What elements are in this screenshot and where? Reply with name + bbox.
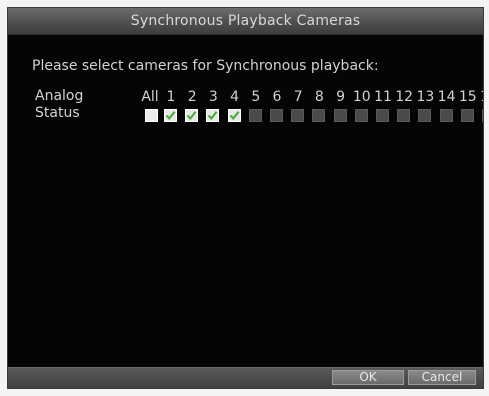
- channel-label-5: 5: [251, 89, 261, 105]
- checkbox-channel-11[interactable]: [376, 109, 389, 122]
- checkbox-channel-14[interactable]: [439, 109, 453, 122]
- checkbox-channel-4[interactable]: [227, 109, 241, 122]
- channel-label-all: All: [141, 89, 159, 105]
- dialog-prompt: Please select cameras for Synchronous pl…: [32, 58, 379, 74]
- channel-label-14: 14: [437, 89, 456, 105]
- ok-button[interactable]: OK: [332, 370, 404, 385]
- checkbox-channel-10[interactable]: [354, 109, 368, 122]
- checkmark-icon: [186, 111, 197, 121]
- channel-label-3: 3: [208, 89, 218, 105]
- checkbox-channel-3[interactable]: [206, 109, 220, 122]
- channel-label-10: 10: [352, 89, 371, 105]
- checkbox-channel-13[interactable]: [418, 109, 432, 122]
- channel-label-9: 9: [336, 89, 346, 105]
- checkbox-channel-8[interactable]: [312, 109, 326, 122]
- dialog-title: Synchronous Playback Cameras: [8, 8, 483, 35]
- checkmark-icon: [208, 111, 218, 121]
- checkmark-icon: [229, 111, 239, 121]
- channel-label-11: 11: [374, 89, 392, 105]
- checkbox-channel-7[interactable]: [291, 109, 305, 122]
- checkbox-channel-12[interactable]: [397, 109, 411, 122]
- status-row-label: Status: [35, 105, 80, 121]
- channel-label-7: 7: [293, 89, 303, 105]
- channel-label-1: 1: [166, 89, 176, 105]
- channel-label-15: 15: [458, 89, 477, 105]
- checkbox-channel-6[interactable]: [270, 109, 283, 122]
- channel-label-2: 2: [187, 89, 197, 105]
- channel-label-16: 16: [479, 88, 483, 106]
- checkbox-channel-5[interactable]: [248, 109, 262, 122]
- dialog-button-bar: OK Cancel: [8, 367, 483, 388]
- channel-label-13: 13: [416, 89, 435, 105]
- channel-label-12: 12: [395, 89, 414, 105]
- channel-label-4: 4: [230, 89, 240, 105]
- sync-playback-dialog: Synchronous Playback Cameras Please sele…: [7, 7, 484, 389]
- channel-label-8: 8: [314, 89, 324, 105]
- analog-row-label: Analog: [35, 88, 84, 104]
- checkbox-channel-1[interactable]: [164, 109, 177, 122]
- checkbox-channel-16[interactable]: [482, 109, 483, 122]
- checkbox-channel-15[interactable]: [460, 109, 474, 122]
- checkbox-all[interactable]: [145, 109, 158, 122]
- checkbox-channel-2[interactable]: [185, 109, 199, 122]
- cancel-button[interactable]: Cancel: [408, 370, 476, 385]
- channel-label-6: 6: [272, 89, 282, 105]
- checkbox-channel-9[interactable]: [333, 109, 347, 122]
- checkmark-icon: [165, 111, 176, 121]
